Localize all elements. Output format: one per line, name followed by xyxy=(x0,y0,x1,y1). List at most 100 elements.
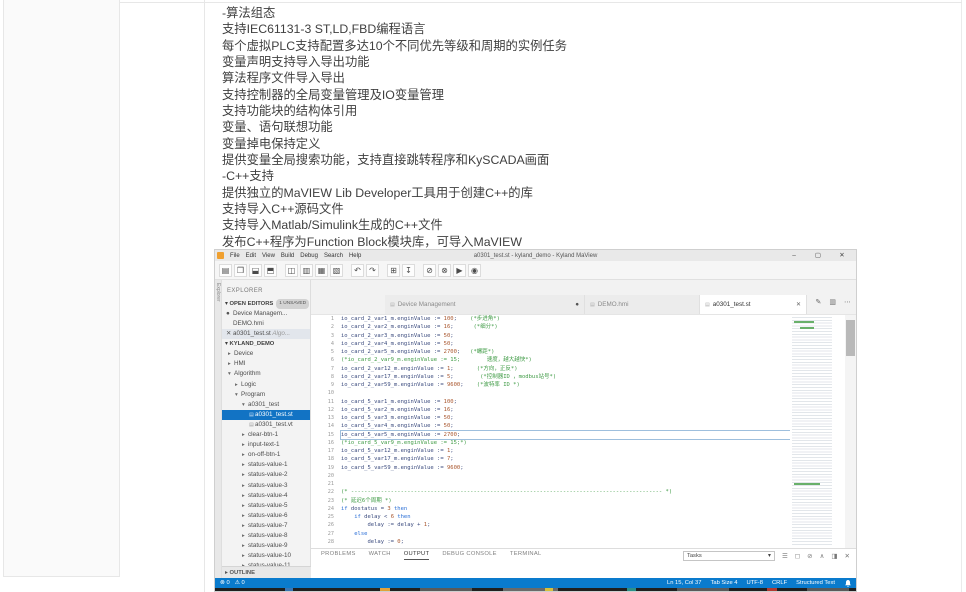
taskbar-app-icon[interactable] xyxy=(677,588,729,592)
output-actions-icon[interactable]: ☰ xyxy=(782,552,788,560)
new-file-icon[interactable]: ▤ xyxy=(219,264,232,277)
panel-tab-output[interactable]: OUTPUT xyxy=(404,551,430,560)
tree-item-clear-btn-1[interactable]: ▸clear-btn-1 xyxy=(222,430,310,440)
menu-debug[interactable]: Debug xyxy=(300,253,318,259)
open-editor-item[interactable]: DEMO.hmi xyxy=(222,319,310,329)
tree-item-a0301_test[interactable]: ▾a0301_test xyxy=(222,400,310,410)
open-editor-item[interactable]: ✕a0301_test.st Algo... xyxy=(222,329,310,339)
menu-search[interactable]: Search xyxy=(324,253,343,259)
open-project-icon[interactable]: ❒ xyxy=(234,264,247,277)
tree-item-status-value-10[interactable]: ▸status-value-10 xyxy=(222,551,310,561)
compare-icon[interactable]: ▧ xyxy=(330,264,343,277)
taskbar-app-icon[interactable] xyxy=(545,588,553,592)
tree-item-HMI[interactable]: ▸HMI xyxy=(222,359,310,369)
tree-item-label: HMI xyxy=(234,360,246,367)
tab-device-management[interactable]: ▤Device Management● xyxy=(385,295,585,314)
taskbar-app-icon[interactable] xyxy=(420,588,472,592)
menu-help[interactable]: Help xyxy=(349,253,361,259)
build-icon[interactable]: ⊞ xyxy=(387,264,400,277)
minimap[interactable] xyxy=(790,315,846,548)
verify-icon[interactable]: ⊘ xyxy=(423,264,436,277)
code-token: (*io_card_2_var9_m.enginValue := 15; 速度，… xyxy=(341,357,532,363)
tree-item-Program[interactable]: ▾Program xyxy=(222,390,310,400)
close-button[interactable]: ✕ xyxy=(830,250,854,261)
menu-file[interactable]: File xyxy=(230,253,240,259)
tree-item-Device[interactable]: ▸Device xyxy=(222,349,310,359)
tree-item-status-value-2[interactable]: ▸status-value-2 xyxy=(222,470,310,480)
redo-icon[interactable]: ↷ xyxy=(366,264,379,277)
code-text: io_card_5_var1_m.enginValue := 100; xyxy=(341,398,856,406)
notifications-bell-icon[interactable] xyxy=(845,580,851,587)
minimize-button[interactable]: – xyxy=(782,250,806,261)
activity-bar[interactable]: Explorer xyxy=(215,280,222,578)
editor-scrollbar[interactable] xyxy=(845,315,856,548)
run-icon[interactable]: ▶ xyxy=(453,264,466,277)
tree-item-a0301_test.vt[interactable]: ▤a0301_test.vt xyxy=(222,420,310,430)
tree-item-status-value-4[interactable]: ▸status-value-4 xyxy=(222,491,310,501)
undo-icon[interactable]: ↶ xyxy=(351,264,364,277)
record-icon[interactable]: ◉ xyxy=(468,264,481,277)
project-root-header[interactable]: ▾ KYLAND_DEMO xyxy=(222,339,310,349)
close-tab-icon[interactable]: ✕ xyxy=(796,301,801,308)
close-icon[interactable]: ✕ xyxy=(226,329,233,339)
close-panel-icon[interactable]: ✕ xyxy=(845,552,850,560)
maximize-panel-icon[interactable]: ∧ xyxy=(820,552,825,560)
open-editors-header[interactable]: ▾ OPEN EDITORS1 UNSAVED xyxy=(222,299,310,309)
tasks-dropdown[interactable]: Tasks▾ xyxy=(683,551,775,561)
tree-item-status-value-1[interactable]: ▸status-value-1 xyxy=(222,460,310,470)
taskbar-app-icon[interactable] xyxy=(627,588,636,592)
copy-icon[interactable]: ▥ xyxy=(300,264,313,277)
tree-item-on-off-btn-1[interactable]: ▸on-off-btn-1 xyxy=(222,450,310,460)
panel-tab-debug-console[interactable]: DEBUG CONSOLE xyxy=(442,551,496,560)
menu-build[interactable]: Build xyxy=(281,253,294,259)
split-panel-icon[interactable]: ◨ xyxy=(831,552,837,560)
clear-output-icon[interactable]: ⊘ xyxy=(807,552,812,560)
menu-view[interactable]: View xyxy=(262,253,275,259)
status-item-utf-8[interactable]: UTF-8 xyxy=(747,580,763,586)
tab-demo-hmi[interactable]: ▤DEMO.hmi xyxy=(585,295,700,314)
tree-item-status-value-9[interactable]: ▸status-value-9 xyxy=(222,541,310,551)
tree-item-status-value-3[interactable]: ▸status-value-3 xyxy=(222,481,310,491)
split-editor-icon[interactable]: ▥ xyxy=(829,298,836,306)
panel-tab-watch[interactable]: WATCH xyxy=(369,551,391,560)
tree-item-Algorithm[interactable]: ▾Algorithm xyxy=(222,369,310,379)
taskbar-app-icon[interactable] xyxy=(767,588,777,592)
library-icon[interactable]: ◫ xyxy=(285,264,298,277)
taskbar-app-icon[interactable] xyxy=(807,588,849,592)
open-changes-icon[interactable]: ✎ xyxy=(816,298,822,306)
unlock-icon[interactable]: ◻ xyxy=(795,552,800,560)
save-all-icon[interactable]: ⬒ xyxy=(264,264,277,277)
more-actions-icon[interactable]: ⋯ xyxy=(844,298,851,306)
taskbar-app-icon[interactable] xyxy=(285,588,293,592)
tree-item-Logic[interactable]: ▸Logic xyxy=(222,380,310,390)
status-item-ln-15-col-37[interactable]: Ln 15, Col 37 xyxy=(667,580,701,586)
open-editor-item[interactable]: ●Device Managem... xyxy=(222,309,310,319)
tree-item-status-value-5[interactable]: ▸status-value-5 xyxy=(222,501,310,511)
save-icon[interactable]: ⬓ xyxy=(249,264,262,277)
maximize-button[interactable]: ▢ xyxy=(806,250,830,261)
code-token: ; xyxy=(427,522,430,528)
tab-a0301-test-st[interactable]: ▤a0301_test.st✕ xyxy=(700,295,807,314)
paste-icon[interactable]: ▦ xyxy=(315,264,328,277)
tree-item-input-text-1[interactable]: ▸input-text-1 xyxy=(222,440,310,450)
status-item-structured-text[interactable]: Structured Text xyxy=(796,580,835,586)
tree-item-a0301_test.st[interactable]: ▤a0301_test.st xyxy=(222,410,310,420)
tree-item-status-value-6[interactable]: ▸status-value-6 xyxy=(222,511,310,521)
panel-tab-problems[interactable]: PROBLEMS xyxy=(321,551,356,560)
tree-item-status-value-8[interactable]: ▸status-value-8 xyxy=(222,531,310,541)
taskbar-app-icon[interactable] xyxy=(380,588,390,592)
scrollbar-thumb[interactable] xyxy=(846,320,855,356)
code-line: 9io_card_2_var59_m.enginValue := 9600; (… xyxy=(311,381,856,389)
code-token: (* 延迟6个周期 *) xyxy=(341,498,392,504)
menu-edit[interactable]: Edit xyxy=(246,253,256,259)
documentation-page: -算法组态支持IEC61131-3 ST,LD,FBD编程语言每个虚拟PLC支持… xyxy=(0,0,966,592)
stop-icon[interactable]: ⊗ xyxy=(438,264,451,277)
status-item-tab-size-4[interactable]: Tab Size 4 xyxy=(710,580,737,586)
download-icon[interactable]: ↧ xyxy=(402,264,415,277)
status-item-crlf[interactable]: CRLF xyxy=(772,580,787,586)
problems-summary[interactable]: ⊗ 0⚠ 0 xyxy=(220,580,245,586)
code-editor[interactable]: 1io_card_2_var1_m.enginValue := 100; (*步… xyxy=(311,315,856,548)
tree-item-status-value-7[interactable]: ▸status-value-7 xyxy=(222,521,310,531)
outline-section-header[interactable]: ▸ OUTLINE xyxy=(222,566,311,578)
panel-tab-terminal[interactable]: TERMINAL xyxy=(510,551,542,560)
